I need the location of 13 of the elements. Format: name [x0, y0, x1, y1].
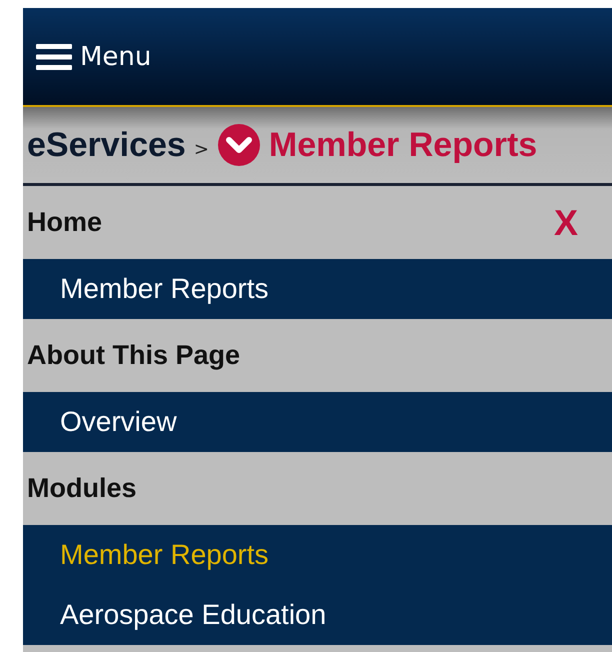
- nav-link[interactable]: Member Reports: [23, 525, 612, 585]
- chevron-down-icon[interactable]: [216, 123, 261, 167]
- menu-icon: [36, 42, 72, 70]
- breadcrumb-current: Member Reports: [268, 126, 538, 164]
- nav-link[interactable]: Overview: [23, 392, 612, 452]
- menu-button[interactable]: Menu: [36, 42, 152, 72]
- nav-link[interactable]: Aerospace Education: [23, 585, 612, 645]
- breadcrumb-link[interactable]: eServices: [27, 126, 186, 164]
- nav-link[interactable]: Member Reports: [23, 259, 612, 319]
- breadcrumb-separator: >: [194, 138, 209, 160]
- section-heading: About This Page: [27, 340, 240, 371]
- section-heading: Modules: [27, 473, 137, 504]
- section-heading: Home: [27, 207, 102, 238]
